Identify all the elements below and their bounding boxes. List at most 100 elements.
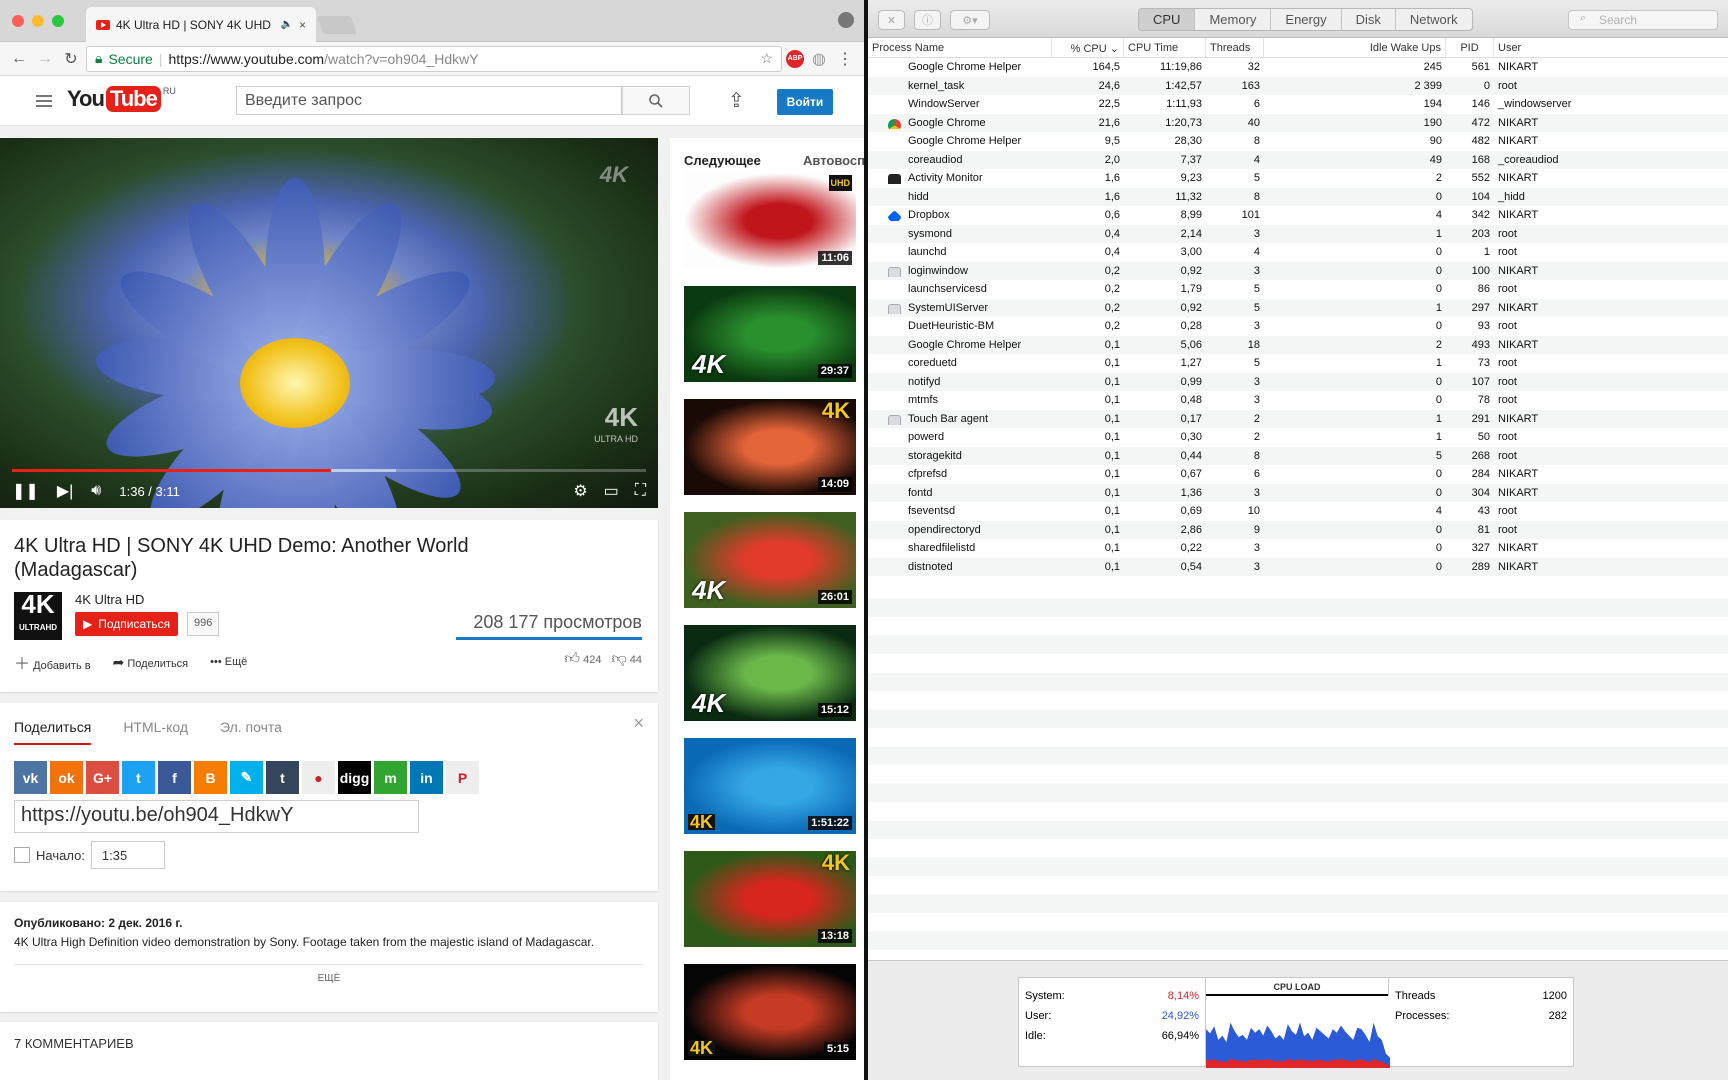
share-pinterest-button[interactable]: P [446,761,479,794]
more-actions-button[interactable]: ••• Ещё [210,656,247,668]
process-row[interactable]: kernel_task 24,6 1:42,57 163 2 399 0 root [868,76,1728,95]
stop-process-icon[interactable]: ✕ [878,10,905,30]
process-row[interactable]: distnoted 0,1 0,54 3 0 289 NIKART [868,557,1728,576]
column-user[interactable]: User [1494,38,1604,57]
process-row[interactable]: opendirectoryd 0,1 2,86 9 0 81 root [868,520,1728,539]
process-row[interactable]: fseventsd 0,1 0,69 10 4 43 root [868,502,1728,521]
process-row[interactable]: Google Chrome 21,6 1:20,73 40 190 472 NIKART [868,113,1728,132]
process-row[interactable]: sharedfilelistd 0,1 0,22 3 0 327 NIKART [868,539,1728,558]
recommended-video-thumbnail[interactable]: UHD 11:06 [684,173,856,269]
tab-email[interactable]: Эл. почта [220,719,282,745]
share-odnoklassniki-button[interactable]: ok [50,761,83,794]
forward-arrow-icon[interactable]: → [34,48,56,70]
recommended-video-thumbnail[interactable]: 4K 5:15 [684,964,856,1060]
info-icon[interactable]: ⓘ [914,10,941,30]
settings-gear-icon[interactable]: ⚙ [573,481,587,501]
youtube-logo[interactable]: You Tube RU [67,86,176,112]
share-button[interactable]: ➦ Поделиться [113,654,189,671]
tab-energy[interactable]: Energy [1271,9,1342,30]
browser-tab[interactable]: 4K Ultra HD | SONY 4K UHD 🔈 × [86,7,316,42]
process-row[interactable]: SystemUIServer 0,2 0,92 5 1 297 NIKART [868,298,1728,317]
tab-cpu[interactable]: CPU [1139,9,1196,30]
process-row[interactable]: Activity Monitor 1,6 9,23 5 2 552 NIKART [868,169,1728,188]
adblock-extension-icon[interactable]: ABP [786,49,804,68]
process-row[interactable]: mtmfs 0,1 0,48 3 0 78 root [868,391,1728,410]
share-facebook-button[interactable]: f [158,761,191,794]
share-twitter-button[interactable]: t [122,761,155,794]
process-row[interactable]: WindowServer 22,5 1:11,93 6 194 146 _windowser… [868,95,1728,114]
start-at-checkbox[interactable] [14,847,30,863]
share-digg-button[interactable]: digg [338,761,371,794]
process-row[interactable]: coreaudiod 2,0 7,37 4 49 168 _coreaudiod [868,150,1728,169]
recommended-video-thumbnail[interactable]: 4K 13:18 [684,851,856,947]
search-input[interactable]: Введите запрос [236,86,622,115]
dislike-button[interactable]: 👎︎ 44 [611,650,642,668]
share-mixi-button[interactable]: m [374,761,407,794]
close-window-button[interactable] [12,15,24,27]
globe-extension-icon[interactable]: ◍ [808,48,830,70]
video-progress-bar[interactable] [12,469,646,472]
recommended-video-thumbnail[interactable]: 4K 15:12 [684,625,856,721]
channel-avatar[interactable]: 4K ULTRAHD [14,591,62,640]
profile-icon[interactable] [838,12,854,28]
recommended-video-thumbnail[interactable]: 4K 26:01 [684,512,856,608]
back-arrow-icon[interactable]: ← [8,48,30,70]
share-tumblr-button[interactable]: t [266,761,299,794]
gear-icon[interactable]: ⚙▾ [950,10,990,30]
video-player[interactable]: 4K 4K ULTRA HD ❚❚ ▶| 🔊︎ 1:36 / 3:11 ⚙ ▭ ⛶ [0,138,658,508]
column-cpu-time[interactable]: CPU Time [1124,38,1206,57]
process-row[interactable]: Google Chrome Helper 0,1 5,06 18 2 493 NIKART [868,335,1728,354]
close-tab-icon[interactable]: × [299,18,306,32]
share-google-plus-button[interactable]: G+ [86,761,119,794]
tab-share[interactable]: Поделиться [14,719,92,745]
process-row[interactable]: Touch Bar agent 0,1 0,17 2 1 291 NIKART [868,409,1728,428]
process-row[interactable]: Google Chrome Helper 164,5 11:19,86 32 245 56… [868,58,1728,77]
tab-memory[interactable]: Memory [1195,9,1272,30]
tab-embed[interactable]: HTML-код [123,719,188,745]
process-row[interactable]: loginwindow 0,2 0,92 3 0 100 NIKART [868,261,1728,280]
process-row[interactable]: Dropbox 0,6 8,99 101 4 342 NIKART [868,206,1728,225]
theater-mode-icon[interactable]: ▭ [604,481,619,501]
recommended-video-thumbnail[interactable]: 4K 29:37 [684,286,856,382]
volume-icon[interactable]: 🔊︎ [91,482,101,500]
share-blogger-button[interactable]: B [194,761,227,794]
start-time-field[interactable]: 1:35 [90,841,165,869]
like-button[interactable]: 👍︎ 424 [564,650,601,668]
process-row[interactable]: launchd 0,4 3,00 4 0 1 root [868,243,1728,262]
column-threads[interactable]: Threads [1206,38,1264,57]
process-row[interactable]: storagekitd 0,1 0,44 8 5 268 root [868,446,1728,465]
process-row[interactable]: coreduetd 0,1 1,27 5 1 73 root [868,354,1728,373]
column-cpu[interactable]: % CPU ⌄ [1052,38,1124,57]
process-row[interactable]: powerd 0,1 0,30 2 1 50 root [868,428,1728,447]
signin-button[interactable]: Войти [777,89,833,115]
share-url-field[interactable]: https://youtu.be/oh904_HdkwY [14,800,419,833]
bookmark-star-icon[interactable]: ☆ [760,50,773,67]
recommended-video-thumbnail[interactable]: 4K 1:51:22 [684,738,856,834]
column-idle-wake-ups[interactable]: Idle Wake Ups [1264,38,1446,57]
new-tab-button[interactable] [316,16,358,34]
menu-kebab-icon[interactable]: ⋮ [834,48,856,70]
process-row[interactable]: sysmond 0,4 2,14 3 1 203 root [868,224,1728,243]
process-row[interactable]: DuetHeuristic-BM 0,2 0,28 3 0 93 root [868,317,1728,336]
recommended-video-thumbnail[interactable]: 4K 14:09 [684,399,856,495]
show-more-button[interactable]: ЕЩЁ [14,964,644,984]
upload-icon[interactable]: ⇪ [728,88,745,113]
share-linkedin-button[interactable]: in [410,761,443,794]
hamburger-menu-icon[interactable] [36,95,52,107]
process-row[interactable]: notifyd 0,1 0,99 3 0 107 root [868,372,1728,391]
process-row[interactable]: cfprefsd 0,1 0,67 6 0 284 NIKART [868,465,1728,484]
process-row[interactable]: launchservicesd 0,2 1,79 5 0 86 root [868,280,1728,299]
add-to-button[interactable]: ＋ Добавить в [14,650,91,674]
tab-network[interactable]: Network [1396,9,1472,30]
column-pid[interactable]: PID [1446,38,1494,57]
channel-name[interactable]: 4K Ultra HD [75,592,144,607]
share-vk-button[interactable]: vk [14,761,47,794]
subscribe-button[interactable]: ▶ Подписаться [75,612,179,636]
next-video-icon[interactable]: ▶| [57,481,73,501]
column-process-name[interactable]: Process Name [868,38,1052,57]
process-search-input[interactable]: Search [1568,10,1718,30]
reload-icon[interactable]: ↻ [60,48,82,70]
share-livejournal-button[interactable]: ✎ [230,761,263,794]
minimize-window-button[interactable] [32,15,44,27]
address-bar[interactable]: 🔒︎ Secure | https://www.youtube.com/watc… [86,45,782,72]
